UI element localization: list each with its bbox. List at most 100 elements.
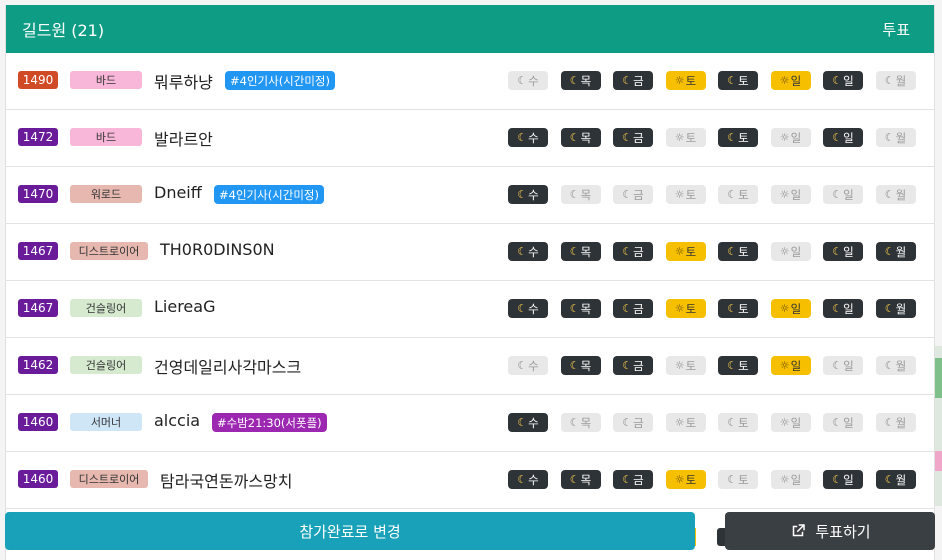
class-badge: 디스트로이어 [70, 470, 148, 488]
day-pill: ☾ 일 [823, 413, 863, 432]
member-name: 탐라국연돈까스망치 [160, 472, 293, 491]
day-pill: ☾ 금 [613, 128, 653, 147]
moon-icon: ☾ [727, 473, 738, 486]
moon-icon: ☾ [622, 245, 633, 258]
day-pill: ☾ 목 [560, 413, 601, 432]
moon-icon: ☾ [517, 188, 528, 201]
day-pill: ☾ 토 [718, 413, 758, 432]
day-label: 목 [580, 130, 592, 145]
day-pill: ☾ 토 [718, 356, 758, 375]
day-label: 금 [633, 472, 644, 487]
sun-icon: ☼ [674, 188, 685, 201]
day-pill: ☾ 금 [613, 413, 653, 432]
day-label: 토 [685, 301, 697, 316]
day-label: 토 [738, 301, 749, 316]
member-row: 1472 바드 발라르안 ☾ 수 ☾ 목 ☾ 금 ☼ 토 ☾ 토 ☼ 일 ☾ 일 ☾ 월 [6, 110, 934, 167]
day-pill: ☾ 수 [508, 299, 548, 318]
day-pill: ☾ 월 [875, 413, 916, 432]
day-pill: ☾ 일 [823, 128, 863, 147]
moon-icon: ☾ [832, 302, 843, 315]
day-label: 일 [843, 358, 854, 373]
day-label: 월 [895, 358, 907, 373]
day-availability: ☾ 수 ☾ 목 ☾ 금 ☼ 토 ☾ 토 ☼ 일 ☾ 일 ☾ 월 [508, 413, 928, 432]
moon-icon: ☾ [517, 302, 528, 315]
member-row: 1470 워로드 Dneiff #4인기사(시간미정) ☾ 수 ☾ 목 ☾ 금 ☼ 토 ☾ 토 ☼ 일 ☾ 일 ☾ 월 [6, 167, 934, 224]
day-label: 토 [685, 415, 697, 430]
moon-icon: ☾ [884, 302, 895, 315]
vote-button[interactable]: 투표하기 [725, 512, 935, 550]
sun-icon: ☼ [779, 473, 790, 486]
moon-icon: ☾ [622, 74, 633, 87]
item-level-badge: 1460 [18, 413, 58, 431]
moon-icon: ☾ [832, 359, 843, 372]
item-level-badge: 1467 [18, 299, 58, 317]
moon-icon: ☾ [884, 416, 895, 429]
day-label: 토 [685, 187, 697, 202]
day-label: 일 [843, 301, 854, 316]
day-label: 월 [895, 73, 907, 88]
day-label: 토 [738, 130, 749, 145]
day-pill: ☾ 일 [823, 242, 863, 261]
class-badge: 서머너 [70, 413, 142, 431]
sun-icon: ☼ [779, 131, 790, 144]
day-pill: ☼ 토 [665, 128, 706, 147]
day-pill: ☾ 토 [718, 299, 758, 318]
day-pill: ☾ 수 [508, 356, 548, 375]
day-label: 월 [895, 187, 907, 202]
day-pill: ☾ 금 [613, 299, 653, 318]
member-name: TH0R0DINS0N [160, 240, 275, 259]
day-pill: ☾ 월 [875, 242, 916, 261]
day-label: 월 [895, 130, 907, 145]
day-pill: ☼ 일 [770, 356, 811, 375]
item-level-badge: 1462 [18, 356, 58, 374]
moon-icon: ☾ [517, 473, 528, 486]
day-pill: ☾ 일 [823, 299, 863, 318]
day-pill: ☼ 일 [770, 185, 811, 204]
schedule-tag: #수밤21:30(서폿플) [212, 413, 327, 432]
vote-header-link[interactable]: 투표 [882, 19, 910, 40]
day-label: 목 [580, 73, 592, 88]
day-pill: ☼ 토 [665, 356, 706, 375]
day-pill: ☾ 목 [560, 185, 601, 204]
day-pill: ☾ 일 [823, 470, 863, 489]
member-row: 1460 디스트로이어 탐라국연돈까스망치 ☾ 수 ☾ 목 ☾ 금 ☼ 토 ☾ 토 ☼ 일 ☾ 일 ☾ 월 [6, 452, 934, 509]
day-pill: ☼ 일 [770, 71, 811, 90]
day-label: 토 [738, 73, 749, 88]
day-pill: ☾ 토 [718, 470, 758, 489]
day-pill: ☾ 토 [718, 185, 758, 204]
change-to-completed-button[interactable]: 참가완료로 변경 [5, 512, 695, 550]
day-availability: ☾ 수 ☾ 목 ☾ 금 ☼ 토 ☾ 토 ☼ 일 ☾ 일 ☾ 월 [508, 470, 928, 489]
adjacent-panel-edge [935, 346, 942, 506]
day-pill: ☾ 토 [718, 71, 758, 90]
moon-icon: ☾ [517, 74, 528, 87]
day-pill: ☾ 월 [875, 128, 916, 147]
day-label: 토 [685, 472, 697, 487]
day-availability: ☾ 수 ☾ 목 ☾ 금 ☼ 토 ☾ 토 ☼ 일 ☾ 일 ☾ 월 [508, 185, 928, 204]
moon-icon: ☾ [884, 245, 895, 258]
item-level-badge: 1490 [18, 71, 58, 89]
day-label: 금 [633, 358, 644, 373]
day-label: 금 [633, 187, 644, 202]
day-label: 수 [528, 358, 539, 373]
day-label: 월 [895, 415, 907, 430]
moon-icon: ☾ [884, 473, 895, 486]
day-label: 금 [633, 301, 644, 316]
sun-icon: ☼ [674, 131, 685, 144]
member-list: 1490 바드 뭐루하냥 #4인기사(시간미정) ☾ 수 ☾ 목 ☾ 금 ☼ 토 ☾ 토 ☼ 일 ☾ 일 ☾ 월 147… [6, 53, 934, 509]
day-availability: ☾ 수 ☾ 목 ☾ 금 ☼ 토 ☾ 토 ☼ 일 ☾ 일 ☾ 월 [508, 356, 928, 375]
day-label: 일 [790, 358, 802, 373]
day-label: 목 [580, 472, 592, 487]
day-label: 금 [633, 415, 644, 430]
day-pill: ☾ 일 [823, 185, 863, 204]
day-pill: ☼ 일 [770, 299, 811, 318]
day-pill: ☼ 토 [665, 413, 706, 432]
day-label: 목 [580, 187, 592, 202]
moon-icon: ☾ [622, 416, 633, 429]
day-label: 일 [843, 244, 854, 259]
moon-icon: ☾ [727, 302, 738, 315]
day-label: 월 [895, 472, 907, 487]
day-availability: ☾ 수 ☾ 목 ☾ 금 ☼ 토 ☾ 토 ☼ 일 ☾ 일 ☾ 월 [508, 128, 928, 147]
sun-icon: ☼ [779, 302, 790, 315]
member-row: 1490 바드 뭐루하냥 #4인기사(시간미정) ☾ 수 ☾ 목 ☾ 금 ☼ 토 ☾ 토 ☼ 일 ☾ 일 ☾ 월 [6, 53, 934, 110]
moon-icon: ☾ [832, 74, 843, 87]
